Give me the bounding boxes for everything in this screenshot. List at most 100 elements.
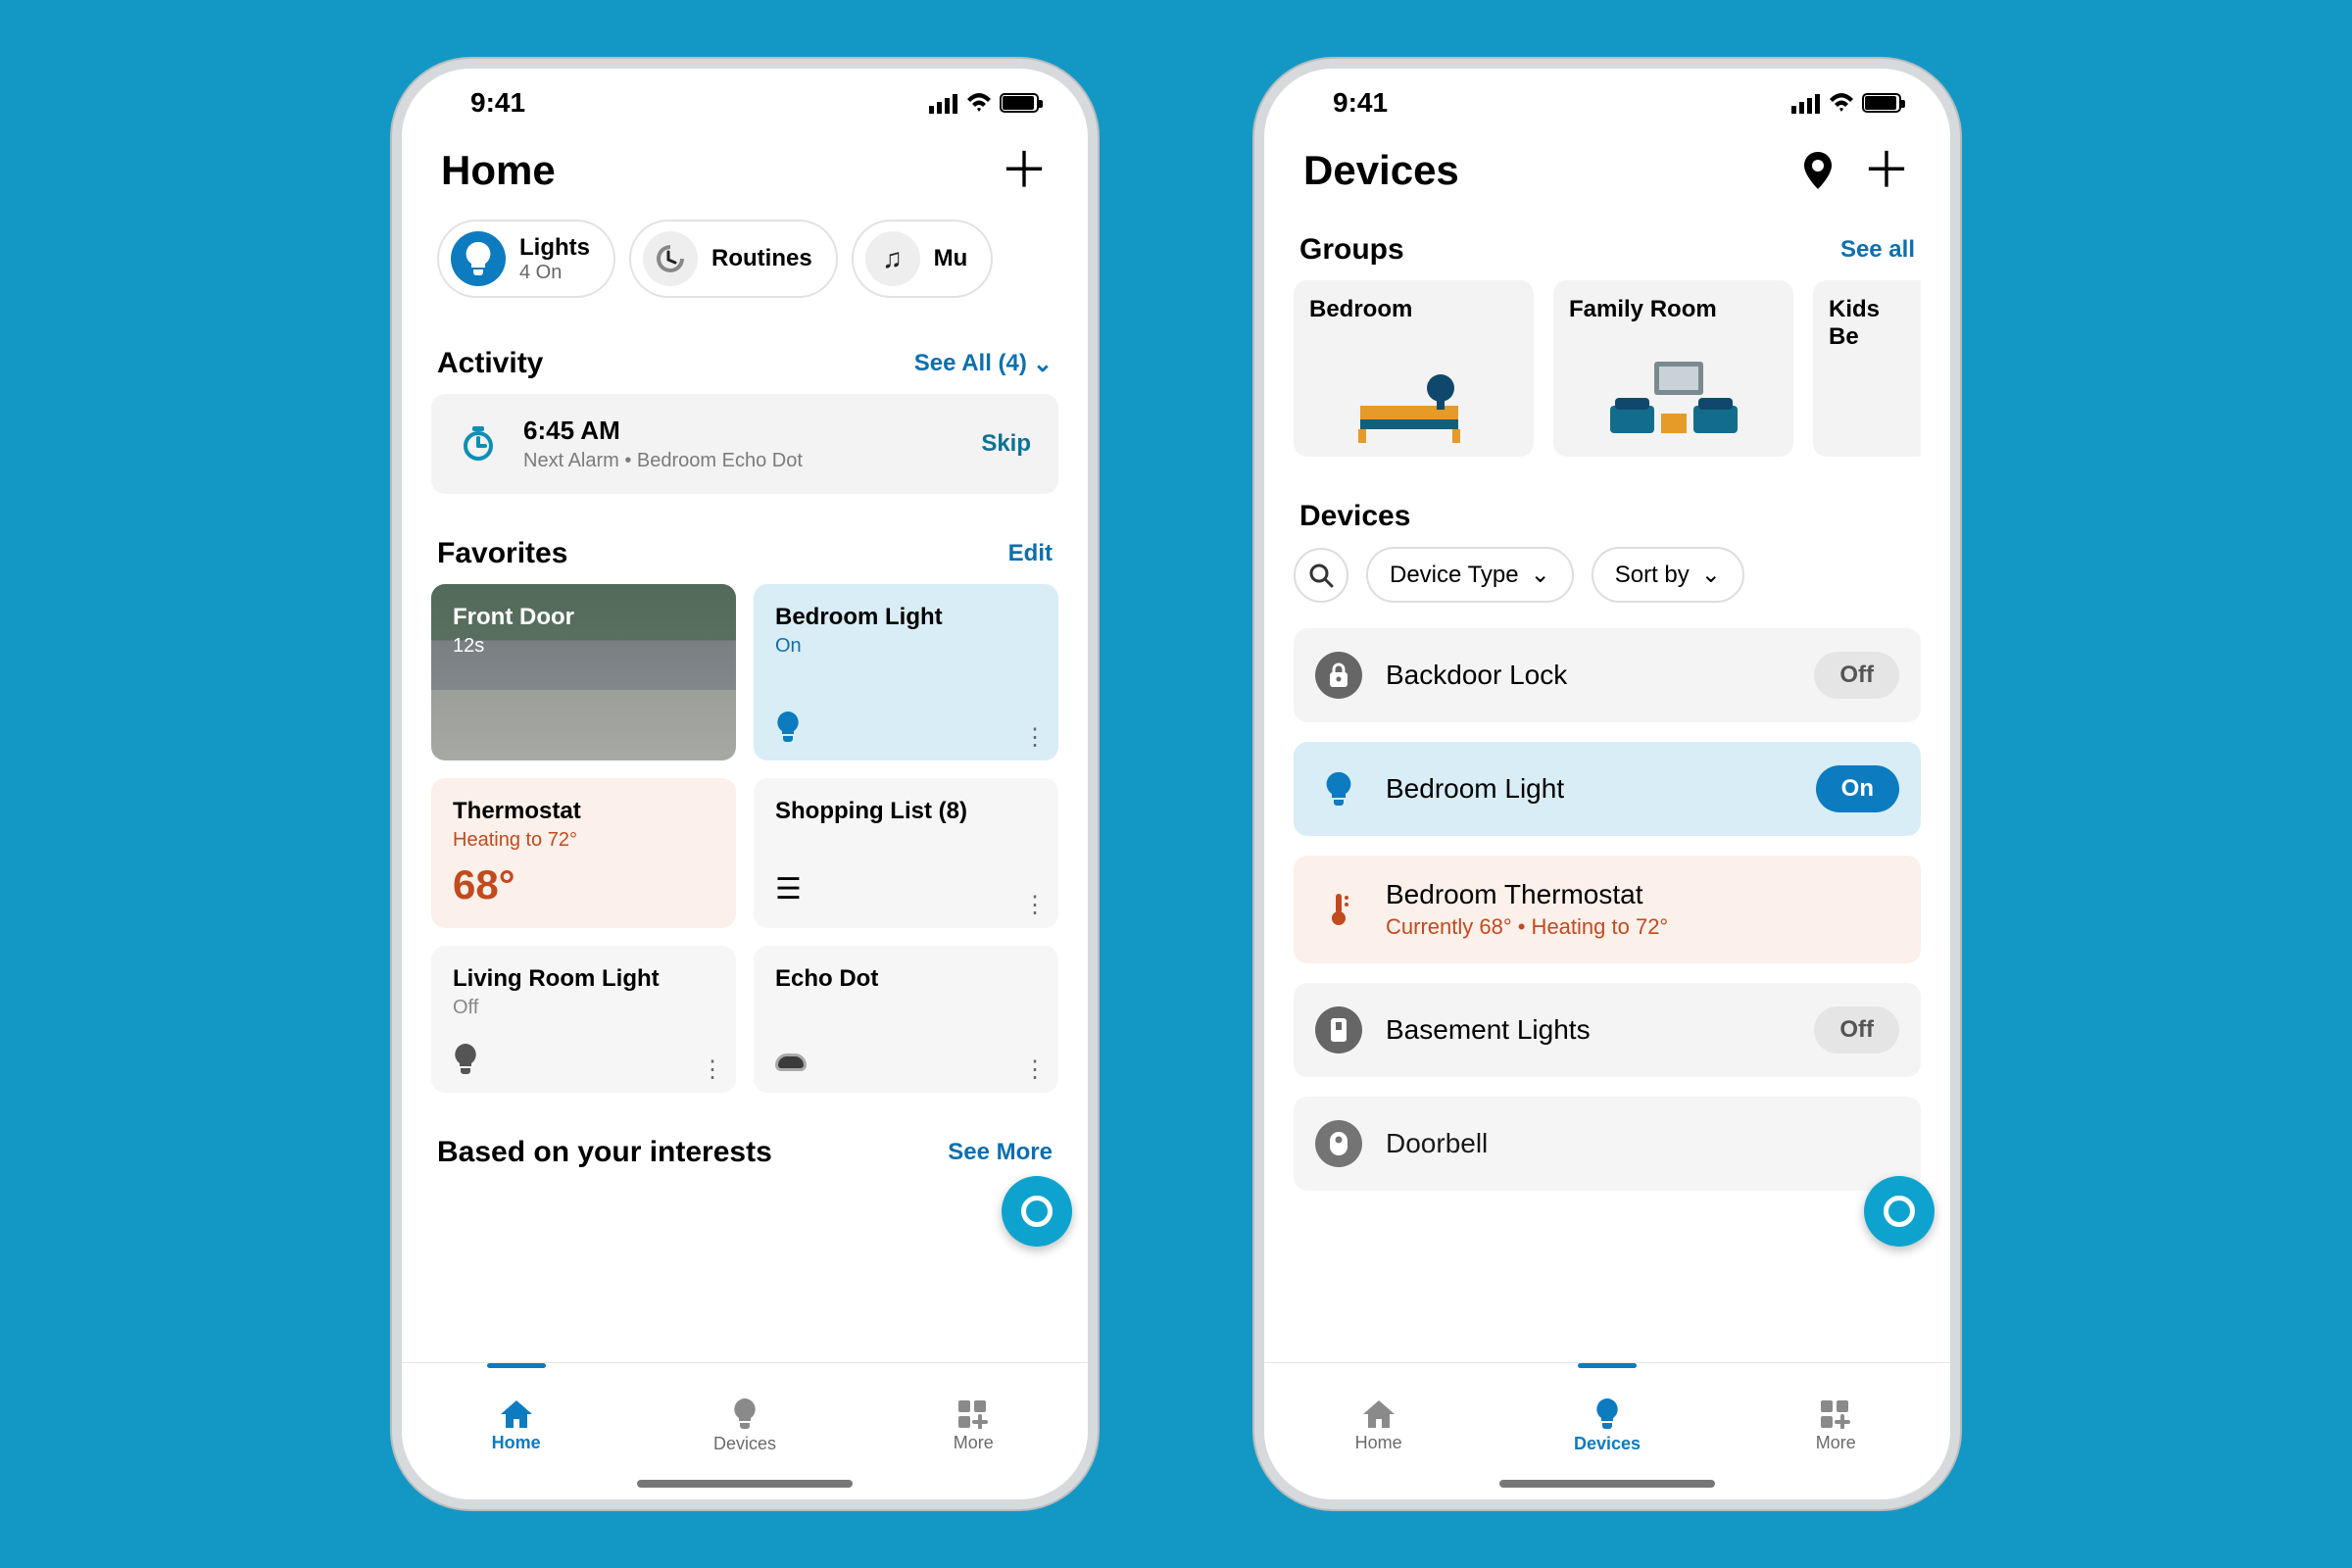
chip-lights-sub: 4 On — [519, 262, 590, 284]
favorites-header: Favorites Edit — [437, 537, 1053, 570]
search-button[interactable] — [1294, 548, 1348, 603]
group-kids-label: Kids Be — [1829, 296, 1915, 351]
signal-icon — [1791, 92, 1821, 114]
groups-header: Groups See all — [1299, 233, 1915, 267]
alarm-icon — [459, 424, 498, 464]
card-shopping-list[interactable]: Shopping List (8) ☰ ⋮ — [754, 778, 1058, 928]
alexa-fab[interactable] — [1002, 1176, 1072, 1247]
card-front-door[interactable]: Front Door 12s — [431, 584, 736, 760]
bedlight-name: Bedroom Light — [1386, 773, 1792, 805]
chevron-down-icon: ⌄ — [1531, 561, 1550, 589]
bulb-icon — [451, 231, 506, 286]
groups-heading: Groups — [1299, 233, 1404, 267]
kebab-icon[interactable]: ⋮ — [1023, 1065, 1045, 1075]
home-indicator — [637, 1480, 853, 1488]
bedtherm-sub: Currently 68° • Heating to 72° — [1386, 914, 1899, 940]
bulb-icon — [775, 711, 801, 743]
favorites-grid: Front Door 12s Bedroom Light On ⋮ Thermo… — [431, 584, 1058, 1093]
backdoor-name: Backdoor Lock — [1386, 660, 1790, 691]
group-kids-bedroom[interactable]: Kids Be — [1813, 280, 1921, 457]
bulb-icon — [453, 1044, 478, 1075]
alarm-sub: Next Alarm • Bedroom Echo Dot — [523, 450, 956, 472]
bulb-icon — [732, 1398, 758, 1430]
tab-devices[interactable]: Devices — [1548, 1389, 1666, 1454]
alexa-fab[interactable] — [1864, 1176, 1935, 1247]
filter-sort-by[interactable]: Sort by ⌄ — [1592, 547, 1744, 603]
location-pin-icon[interactable] — [1803, 152, 1833, 189]
device-bedroom-thermostat[interactable]: Bedroom Thermostat Currently 68° • Heati… — [1294, 856, 1921, 963]
card-living-room-light[interactable]: Living Room Light Off ⋮ — [431, 946, 736, 1093]
groups-row: Bedroom Family Room Kids Be — [1294, 280, 1921, 457]
page-title: Home — [441, 147, 556, 194]
tab-more-label: More — [954, 1433, 994, 1453]
alexa-ring-icon — [1021, 1196, 1053, 1227]
kebab-icon[interactable]: ⋮ — [701, 1065, 722, 1075]
add-button[interactable]: ＋ — [1862, 159, 1911, 183]
filter-device-type[interactable]: Device Type ⌄ — [1366, 547, 1574, 603]
group-bedroom[interactable]: Bedroom — [1294, 280, 1534, 457]
tab-bar: Home Devices More — [1264, 1362, 1950, 1480]
tab-home-label: Home — [1355, 1433, 1402, 1453]
music-icon: ♫ — [865, 231, 920, 286]
status-bar: 9:41 — [402, 69, 1088, 137]
status-icons — [929, 92, 1039, 114]
tab-more[interactable]: More — [914, 1390, 1032, 1453]
routines-icon — [643, 231, 698, 286]
group-family-label: Family Room — [1569, 296, 1778, 323]
activity-alarm-card[interactable]: 6:45 AM Next Alarm • Bedroom Echo Dot Sk… — [431, 394, 1058, 494]
chip-lights[interactable]: Lights 4 On — [437, 220, 615, 298]
front-door-sub: 12s — [453, 635, 714, 658]
tab-more[interactable]: More — [1777, 1390, 1894, 1453]
kebab-icon[interactable]: ⋮ — [1023, 901, 1045, 910]
tab-home[interactable]: Home — [1320, 1390, 1438, 1453]
battery-icon — [1862, 93, 1901, 113]
group-family-room[interactable]: Family Room — [1553, 280, 1793, 457]
kebab-icon[interactable]: ⋮ — [1023, 733, 1045, 743]
device-backdoor-lock[interactable]: Backdoor Lock Off — [1294, 628, 1921, 722]
devices-header: Devices — [1299, 500, 1915, 533]
card-bedroom-light[interactable]: Bedroom Light On ⋮ — [754, 584, 1058, 760]
tab-home-label: Home — [492, 1433, 541, 1453]
groups-seeall[interactable]: See all — [1840, 236, 1915, 264]
interests-header: Based on your interests See More — [437, 1136, 1053, 1169]
tab-devices-label: Devices — [713, 1434, 776, 1454]
alarm-skip[interactable]: Skip — [981, 430, 1031, 458]
device-list: Backdoor Lock Off Bedroom Light On Bedro… — [1294, 628, 1921, 1191]
devices-content: Devices ＋ Groups See all Bedroom Family … — [1264, 137, 1950, 1362]
activity-seeall[interactable]: See All (4) ⌄ — [914, 350, 1053, 378]
chip-routines[interactable]: Routines — [629, 220, 838, 298]
bulb-icon — [1315, 765, 1362, 812]
bedlight-toggle[interactable]: On — [1816, 765, 1899, 812]
card-echo-dot[interactable]: Echo Dot ⋮ — [754, 946, 1058, 1093]
device-bedroom-light[interactable]: Bedroom Light On — [1294, 742, 1921, 836]
front-door-title: Front Door — [453, 604, 714, 631]
activity-heading: Activity — [437, 347, 543, 380]
add-button[interactable]: ＋ — [1000, 159, 1049, 183]
thermostat-sub: Heating to 72° — [453, 829, 714, 852]
page-title: Devices — [1303, 147, 1459, 194]
home-content: Home ＋ Lights 4 On Routines — [402, 137, 1088, 1362]
interests-seemore[interactable]: See More — [948, 1139, 1053, 1166]
chip-music[interactable]: ♫ Mu — [852, 220, 994, 298]
bedroom-art-icon — [1294, 367, 1534, 445]
chip-routines-label: Routines — [711, 245, 812, 272]
thermometer-icon — [1315, 886, 1362, 933]
phone-devices: 9:41 Devices ＋ Groups See all Bedro — [1254, 59, 1960, 1509]
backdoor-toggle[interactable]: Off — [1814, 652, 1899, 699]
switch-icon — [1315, 1006, 1362, 1054]
device-doorbell[interactable]: Doorbell — [1294, 1097, 1921, 1191]
tab-devices[interactable]: Devices — [686, 1389, 804, 1454]
more-icon — [957, 1399, 989, 1429]
tab-home[interactable]: Home — [458, 1390, 575, 1453]
device-basement-lights[interactable]: Basement Lights Off — [1294, 983, 1921, 1077]
title-row: Devices ＋ — [1294, 137, 1921, 214]
list-icon: ☰ — [775, 872, 798, 906]
favorites-edit[interactable]: Edit — [1008, 540, 1053, 567]
basement-toggle[interactable]: Off — [1814, 1006, 1899, 1054]
doorbell-icon — [1315, 1120, 1362, 1167]
more-icon — [1820, 1399, 1851, 1429]
status-bar: 9:41 — [1264, 69, 1950, 137]
bedroom-light-sub: On — [775, 635, 1037, 658]
chip-lights-label: Lights — [519, 234, 590, 262]
card-thermostat[interactable]: Thermostat Heating to 72° 68° — [431, 778, 736, 928]
